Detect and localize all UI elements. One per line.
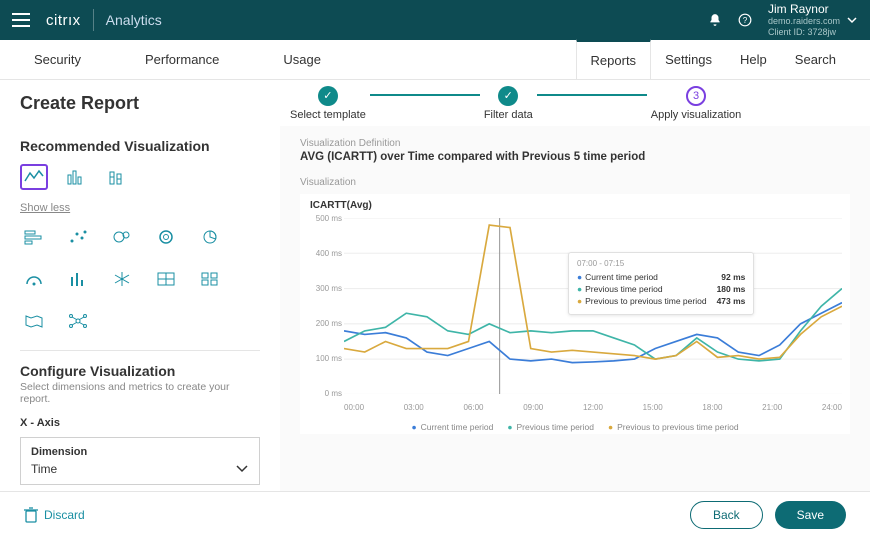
- nav-reports[interactable]: Reports: [576, 39, 652, 79]
- viz-tiles-icon[interactable]: [196, 266, 224, 292]
- step-connector: [370, 94, 480, 96]
- viz-network-icon[interactable]: [64, 308, 92, 334]
- help-icon[interactable]: ?: [738, 13, 752, 27]
- chart-tooltip: 07:00 - 07:15 ●Current time period92 ms …: [568, 252, 754, 315]
- viz-bar-stacked-icon[interactable]: [104, 164, 132, 190]
- recommended-title: Recommended Visualization: [20, 138, 260, 154]
- nav-performance[interactable]: Performance: [131, 52, 233, 67]
- viz-grid-icon[interactable]: [152, 266, 180, 292]
- back-button[interactable]: Back: [690, 501, 763, 529]
- nav-help[interactable]: Help: [726, 40, 781, 79]
- configure-title: Configure Visualization: [20, 363, 260, 379]
- top-bar: citrıx Analytics ? Jim Raynor demo.raide…: [0, 0, 870, 40]
- product-name: Analytics: [106, 12, 162, 28]
- viz-label: Visualization: [300, 177, 850, 188]
- nav-security[interactable]: Security: [20, 52, 95, 67]
- nav-usage[interactable]: Usage: [269, 52, 335, 67]
- trash-icon: [24, 507, 38, 523]
- dimension-select[interactable]: Time: [31, 462, 249, 476]
- viz-bubble-icon[interactable]: [108, 224, 136, 250]
- brand-logo: citrıx: [46, 12, 81, 29]
- nav-settings[interactable]: Settings: [651, 40, 726, 79]
- viz-def-text: AVG (ICARTT) over Time compared with Pre…: [300, 151, 850, 163]
- user-client-id: Client ID: 3728jw: [768, 27, 840, 38]
- y-axis-labels: 500 ms400 ms300 ms200 ms100 ms0 ms: [306, 214, 342, 398]
- user-domain: demo.raiders.com: [768, 16, 840, 27]
- discard-button[interactable]: Discard: [24, 507, 85, 523]
- right-panel: Visualization Definition AVG (ICARTT) ov…: [280, 126, 870, 537]
- viz-column-icon[interactable]: [64, 266, 92, 292]
- chart-legend: Current time period Previous time period…: [300, 422, 850, 432]
- stepper-row: Create Report ✓ Select template ✓ Filter…: [0, 80, 870, 126]
- user-menu[interactable]: Jim Raynor demo.raiders.com Client ID: 3…: [768, 2, 858, 38]
- configure-subtitle: Select dimensions and metrics to create …: [20, 381, 260, 405]
- viz-line-icon[interactable]: [20, 164, 48, 190]
- bell-icon[interactable]: [708, 13, 722, 27]
- viz-pie-icon[interactable]: [196, 224, 224, 250]
- separator: [20, 350, 260, 351]
- nav-bar: Security Performance Usage Reports Setti…: [0, 40, 870, 80]
- left-panel: Recommended Visualization Show less Conf…: [0, 126, 280, 537]
- user-name: Jim Raynor: [768, 2, 840, 16]
- step-apply-visualization[interactable]: 3 Apply visualization: [651, 86, 742, 121]
- x-axis-label: X - Axis: [20, 417, 260, 429]
- step-filter-data[interactable]: ✓ Filter data: [484, 86, 533, 121]
- viz-snowflake-icon[interactable]: [108, 266, 136, 292]
- viz-scatter-icon[interactable]: [64, 224, 92, 250]
- viz-gauge-icon[interactable]: [20, 266, 48, 292]
- chevron-down-icon: [235, 464, 249, 474]
- divider: [93, 9, 94, 31]
- viz-hbar-icon[interactable]: [20, 224, 48, 250]
- step-select-template[interactable]: ✓ Select template: [290, 86, 366, 121]
- nav-search[interactable]: Search: [781, 40, 850, 79]
- dimension-box: Dimension Time: [20, 437, 260, 485]
- chart-title: ICARTT(Avg): [310, 200, 372, 211]
- viz-donut-icon[interactable]: [152, 224, 180, 250]
- chevron-down-icon: [846, 14, 858, 26]
- viz-bar-grouped-icon[interactable]: [62, 164, 90, 190]
- viz-map-icon[interactable]: [20, 308, 48, 334]
- stepper: ✓ Select template ✓ Filter data 3 Apply …: [290, 86, 850, 121]
- x-axis-labels: 00:0003:0006:0009:0012:0015:0018:0021:00…: [344, 403, 842, 412]
- svg-text:?: ?: [743, 16, 748, 25]
- dimension-value: Time: [31, 462, 57, 476]
- chart: ICARTT(Avg) 500 ms400 ms300 ms200 ms100 …: [300, 194, 850, 434]
- tooltip-time: 07:00 - 07:15: [577, 259, 745, 268]
- menu-icon[interactable]: [12, 13, 30, 27]
- dimension-label: Dimension: [31, 446, 249, 458]
- save-button[interactable]: Save: [775, 501, 846, 529]
- show-less-link[interactable]: Show less: [20, 202, 70, 214]
- step-connector: [537, 94, 647, 96]
- viz-def-label: Visualization Definition: [300, 138, 850, 149]
- footer: Discard Back Save: [0, 491, 870, 537]
- page-title: Create Report: [20, 93, 280, 114]
